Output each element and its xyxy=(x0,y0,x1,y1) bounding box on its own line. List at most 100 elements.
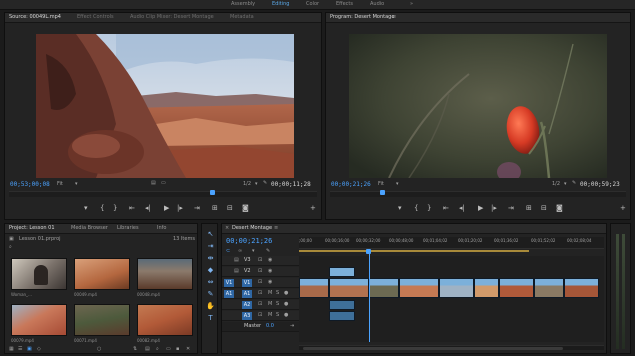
workspace-editing[interactable]: Editing xyxy=(272,1,289,7)
timeline-clip[interactable] xyxy=(329,278,369,298)
workspace-assembly[interactable]: Assembly xyxy=(231,1,255,7)
tab-audio-clip-mixer[interactable]: Audio Clip Mixer: Desert Montage xyxy=(130,14,214,20)
track-target-v1[interactable]: V1 xyxy=(242,279,252,287)
program-current-timecode[interactable]: 00;00;21;26 xyxy=(331,181,371,188)
play-icon[interactable]: ▶ xyxy=(164,205,169,212)
lift-icon[interactable]: ⊞ xyxy=(526,205,532,212)
overwrite-icon[interactable]: ⊟ xyxy=(227,205,233,212)
timeline-close-icon[interactable]: × xyxy=(225,225,229,231)
timeline-playhead-handle-icon[interactable] xyxy=(366,249,371,254)
work-area-bar[interactable] xyxy=(299,250,529,252)
track-eye-icon[interactable]: ◉ xyxy=(268,279,272,285)
trash-icon[interactable]: ✕ xyxy=(186,346,190,352)
mute-icon[interactable]: M xyxy=(268,312,272,318)
tab-desert-montage[interactable]: Desert Montage xyxy=(232,225,272,231)
new-bin-icon[interactable]: ▭ xyxy=(166,346,171,352)
source-resolution-select[interactable]: 1/2 xyxy=(243,181,251,187)
tab-metadata[interactable]: Metadata xyxy=(230,14,254,20)
mark-in-icon[interactable]: ▾ xyxy=(84,205,88,212)
tab-project[interactable]: Project: Lesson 01 xyxy=(9,225,55,231)
voiceover-icon[interactable]: ● xyxy=(284,301,288,307)
timeline-audio-clip[interactable] xyxy=(329,300,355,310)
master-value[interactable]: 0.0 xyxy=(266,323,274,329)
selection-tool-icon[interactable]: ↖ xyxy=(205,230,216,238)
workspace-more-icon[interactable]: » xyxy=(410,1,413,7)
workspace-color[interactable]: Color xyxy=(306,1,319,7)
program-export-frame-icon[interactable]: ◙ xyxy=(556,205,563,212)
timeline-tracks-area[interactable] xyxy=(299,250,604,342)
program-add-button-icon[interactable]: + xyxy=(620,205,626,212)
program-go-to-in-icon[interactable]: ⇤ xyxy=(443,205,449,212)
program-playhead-icon[interactable] xyxy=(380,190,385,195)
mute-icon[interactable]: M xyxy=(268,301,272,307)
source-resolution-chevron-icon[interactable]: ▾ xyxy=(255,181,258,187)
track-lock-icon[interactable]: ▤ xyxy=(234,268,239,274)
program-fit-chevron-icon[interactable]: ▾ xyxy=(396,181,399,187)
source-settings-icon[interactable]: ▤ xyxy=(151,180,156,186)
find-icon[interactable]: ⌕ xyxy=(156,346,159,352)
timeline-panel-menu-icon[interactable]: ≡ xyxy=(274,225,278,231)
program-wrench-icon[interactable]: ✎ xyxy=(572,180,576,186)
slip-tool-icon[interactable]: ⇔ xyxy=(205,278,216,286)
project-thumb[interactable] xyxy=(11,258,67,290)
track-sync-icon[interactable]: ⊡ xyxy=(258,279,262,285)
pen-tool-icon[interactable]: ✎ xyxy=(205,290,216,298)
track-target-a1[interactable]: A1 xyxy=(242,290,252,298)
timeline-clip[interactable] xyxy=(369,278,399,298)
linked-selection-icon[interactable]: ∞ xyxy=(238,248,242,254)
timeline-ruler[interactable]: ;00;00 00;00;16;00 00;00;32;00 00;00;48;… xyxy=(299,237,604,249)
list-view-icon[interactable]: ☰ xyxy=(18,346,22,352)
source-patch-v1[interactable]: V1 xyxy=(224,279,234,287)
tab-libraries[interactable]: Libraries xyxy=(117,225,139,231)
ripple-edit-tool-icon[interactable]: ⇹ xyxy=(205,254,216,262)
step-back-icon[interactable]: ◂| xyxy=(145,205,151,212)
timeline-playhead[interactable] xyxy=(369,250,370,342)
timeline-settings-icon[interactable]: ✎ xyxy=(266,248,270,254)
solo-icon[interactable]: S xyxy=(276,312,279,318)
source-playhead-icon[interactable] xyxy=(210,190,215,195)
source-fit-chevron-icon[interactable]: ▾ xyxy=(75,181,78,187)
timeline-clip[interactable] xyxy=(399,278,439,298)
track-select-tool-icon[interactable]: ⇥ xyxy=(205,242,216,250)
project-thumb[interactable] xyxy=(137,258,193,290)
program-clear-icon[interactable]: } xyxy=(427,205,431,212)
program-panel-menu-icon[interactable]: ≡ xyxy=(392,14,396,20)
step-forward-icon[interactable]: |▸ xyxy=(177,205,183,212)
project-thumb[interactable] xyxy=(74,258,130,290)
project-thumb[interactable] xyxy=(137,304,193,336)
timeline-clip[interactable] xyxy=(474,278,499,298)
track-sync-icon[interactable]: ⊡ xyxy=(258,257,262,263)
mute-icon[interactable]: M xyxy=(268,290,272,296)
track-lock-icon[interactable]: ▤ xyxy=(234,257,239,263)
track-sync-icon[interactable]: ⊡ xyxy=(258,268,262,274)
clear-in-out-icon[interactable]: } xyxy=(113,205,117,212)
razor-tool-icon[interactable]: ◆ xyxy=(205,266,216,274)
track-eye-icon[interactable]: ◉ xyxy=(268,257,272,263)
icon-view-icon[interactable]: ▣ xyxy=(27,346,32,352)
timeline-clip[interactable] xyxy=(534,278,564,298)
project-thumb[interactable] xyxy=(11,304,67,336)
lock-icon[interactable]: ▦ xyxy=(9,346,14,352)
program-go-to-out-icon[interactable]: ⇥ xyxy=(508,205,514,212)
program-step-back-icon[interactable]: ◂| xyxy=(459,205,465,212)
track-eye-icon[interactable]: ◉ xyxy=(268,268,272,274)
timeline-horizontal-scrollbar[interactable] xyxy=(299,345,604,350)
timeline-scroll-thumb[interactable] xyxy=(303,347,563,350)
type-tool-icon[interactable]: T xyxy=(205,314,216,322)
new-item-icon[interactable]: ▪ xyxy=(176,346,179,352)
program-fit-select[interactable]: Fit xyxy=(378,181,384,187)
go-to-in-icon[interactable]: ⇤ xyxy=(129,205,135,212)
source-fit-select[interactable]: Fit xyxy=(57,181,63,187)
timeline-clip[interactable] xyxy=(564,278,599,298)
freeform-view-icon[interactable]: ◇ xyxy=(37,346,41,352)
go-to-out-icon[interactable]: ⇥ xyxy=(194,205,200,212)
project-thumb[interactable] xyxy=(74,304,130,336)
timeline-clip[interactable] xyxy=(499,278,534,298)
mark-out-icon[interactable]: { xyxy=(100,205,104,212)
workspace-effects[interactable]: Effects xyxy=(336,1,353,7)
workspace-audio[interactable]: Audio xyxy=(370,1,384,7)
snap-icon[interactable]: ⊂ xyxy=(226,248,230,254)
timeline-clip[interactable] xyxy=(299,278,329,298)
program-mark-out-icon[interactable]: { xyxy=(414,205,418,212)
program-step-forward-icon[interactable]: |▸ xyxy=(491,205,497,212)
